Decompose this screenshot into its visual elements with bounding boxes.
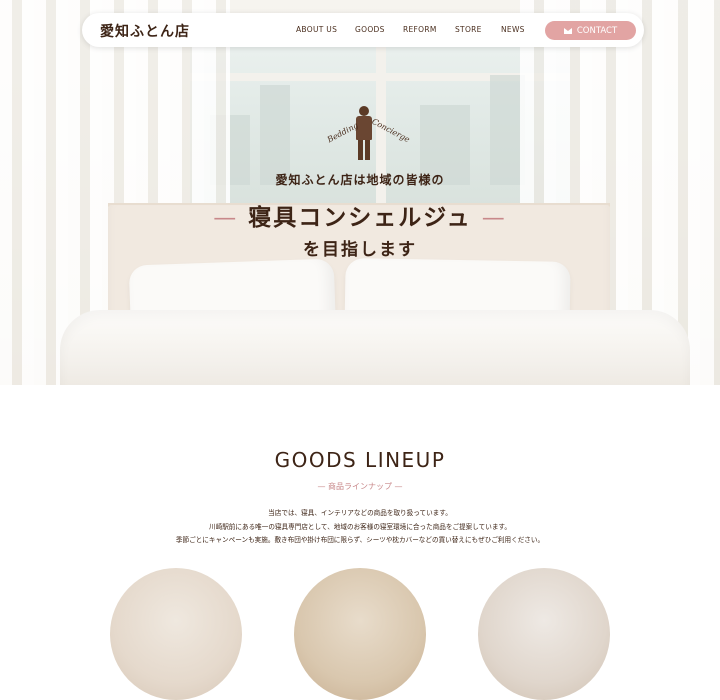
description-line: 当店では、寝具、インテリアなどの商品を取り扱っています。 (268, 509, 452, 517)
hero-tagline-main: 寝具コンシェルジュ (248, 205, 472, 231)
dash-right: — (481, 205, 507, 231)
goods-image-2[interactable] (294, 568, 426, 700)
nav-item-reform[interactable]: REFORM (403, 25, 437, 34)
duvet (60, 310, 690, 385)
concierge-illustration (352, 102, 376, 162)
goods-lineup-subheading: — 商品ラインナップ — (317, 482, 403, 491)
header-nav: 愛知ふとん店 ABOUT US GOODS REFORM STORE NEWS … (82, 13, 644, 47)
site-logo[interactable]: 愛知ふとん店 (100, 21, 190, 41)
hero-tagline-line2: — 寝具コンシェルジュ — (0, 198, 720, 232)
building (260, 85, 290, 185)
hero-tagline-line1: 愛知ふとん店は地域の皆様の (275, 173, 445, 187)
mail-icon (563, 27, 572, 34)
goods-description: 当店では、寝具、インテリアなどの商品を取り扱っています。 川崎駅前にある唯一の寝… (0, 507, 720, 548)
contact-label: CONTACT (576, 25, 618, 36)
goods-image-3[interactable] (478, 568, 610, 700)
figure-head (359, 106, 369, 116)
goods-image-1[interactable] (110, 568, 242, 700)
figure-leg (358, 140, 363, 160)
dash-left: — (213, 205, 239, 231)
nav-item-about-us[interactable]: ABOUT US (296, 25, 337, 34)
contact-button[interactable]: CONTACT (545, 21, 636, 40)
goods-lineup-heading: GOODS LINEUP (274, 448, 446, 472)
description-line: 季節ごとにキャンペーンも実施。敷き布団や掛け布団に限らず、シーツや枕カバーなどの… (175, 536, 545, 544)
hero-section: Bedding Concierge 愛知ふとん店は地域の皆様の — 寝具コンシェ… (0, 0, 720, 385)
figure-leg (365, 140, 370, 160)
hero-tagline-line3: を目指します (303, 240, 417, 260)
nav-item-news[interactable]: NEWS (501, 25, 525, 34)
nav-item-store[interactable]: STORE (455, 25, 482, 34)
description-line: 川崎駅前にある唯一の寝具専門店として、地域のお客様の寝室環境に合った商品をご提案… (209, 522, 511, 531)
nav-item-goods[interactable]: GOODS (355, 25, 385, 34)
